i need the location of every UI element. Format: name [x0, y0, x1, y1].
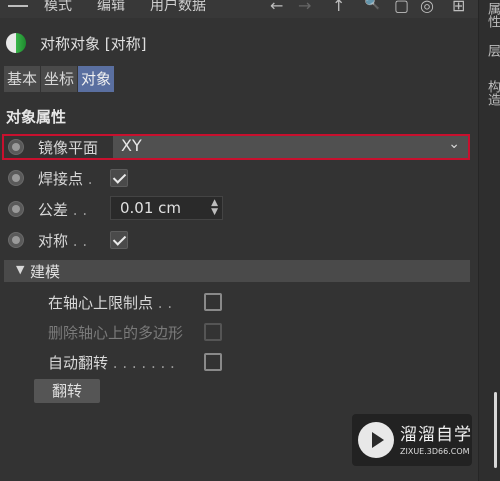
- label-dots: . .: [72, 201, 88, 219]
- animate-radio-icon[interactable]: [8, 232, 24, 248]
- auto-flip-label: 自动翻转: [48, 354, 109, 372]
- symmetry-checkbox[interactable]: [110, 231, 128, 249]
- menu-edit[interactable]: 编辑: [97, 0, 125, 15]
- modeling-group-title: 建模: [30, 263, 61, 281]
- row-weld-points: 焊接点 .: [0, 165, 470, 191]
- menu-mode[interactable]: 模式: [44, 0, 72, 15]
- mirror-plane-select[interactable]: XY ⌄: [113, 136, 468, 158]
- menubar: 模式 编辑 用户数据 ← → ↑ 🔍 ▢ ◎ ⊞: [0, 0, 478, 18]
- side-tab-strip: 属性 层 构造: [478, 0, 500, 481]
- label-dots: . .: [72, 232, 88, 250]
- search-icon[interactable]: 🔍: [364, 0, 380, 11]
- delete-polygons-label: 删除轴心上的多边形: [48, 324, 184, 342]
- mirror-plane-value: XY: [121, 136, 142, 155]
- back-arrow-icon[interactable]: ←: [270, 0, 283, 15]
- attribute-tabs: 基本 坐标 对象: [4, 66, 116, 92]
- limit-points-checkbox[interactable]: [204, 293, 222, 311]
- side-tab-construct[interactable]: 构造: [483, 80, 500, 106]
- auto-flip-checkbox[interactable]: [204, 353, 222, 371]
- weld-points-checkbox[interactable]: [110, 169, 128, 187]
- target-icon[interactable]: ◎: [420, 0, 434, 15]
- tolerance-value: 0.01 cm: [120, 199, 182, 217]
- up-arrow-icon[interactable]: ↑: [332, 0, 345, 15]
- side-tab-layers[interactable]: 层: [483, 44, 500, 57]
- tolerance-label: 公差: [38, 201, 69, 219]
- triangle-down-icon: ▼: [16, 263, 25, 276]
- modeling-group-header[interactable]: ▼ 建模: [4, 260, 470, 282]
- tolerance-input[interactable]: 0.01 cm ▲ ▼: [110, 196, 223, 220]
- section-title: 对象属性: [6, 108, 67, 126]
- label-dots: . .: [157, 294, 173, 312]
- forward-arrow-icon[interactable]: →: [298, 0, 311, 15]
- weld-points-label: 焊接点: [38, 170, 84, 188]
- lock-box-icon[interactable]: ▢: [394, 0, 409, 15]
- object-title: 对称对象 [对称]: [40, 35, 147, 53]
- mirror-plane-label: 镜像平面: [38, 139, 99, 157]
- animate-radio-icon[interactable]: [8, 201, 24, 217]
- play-logo-icon: [358, 422, 394, 458]
- animate-radio-icon[interactable]: [8, 170, 24, 186]
- scrollbar[interactable]: [494, 392, 497, 468]
- tab-object[interactable]: 对象: [78, 66, 116, 92]
- watermark-url: ZIXUE.3D66.COM: [400, 447, 470, 456]
- menu-userdata[interactable]: 用户数据: [150, 0, 206, 15]
- limit-points-label: 在轴心上限制点: [48, 294, 154, 312]
- label-dots: . . . . . . .: [112, 354, 175, 372]
- row-tolerance: 公差 . .: [0, 196, 470, 222]
- watermark: 溜溜自学 ZIXUE.3D66.COM: [352, 414, 472, 466]
- symmetry-label: 对称: [38, 232, 69, 250]
- delete-polygons-checkbox: [204, 323, 222, 341]
- watermark-title: 溜溜自学: [400, 425, 472, 445]
- tab-basic[interactable]: 基本: [4, 66, 42, 92]
- symmetry-object-icon: [6, 33, 26, 53]
- spinner-arrows-icon[interactable]: ▲ ▼: [211, 199, 218, 217]
- tab-coordinates[interactable]: 坐标: [41, 66, 79, 92]
- row-symmetry: 对称 . .: [0, 227, 470, 253]
- flip-button[interactable]: 翻转: [34, 379, 100, 403]
- animate-radio-icon[interactable]: [8, 139, 24, 155]
- new-panel-icon[interactable]: ⊞: [452, 0, 465, 15]
- hamburger-menu-icon[interactable]: [8, 0, 28, 12]
- label-dots: .: [87, 170, 93, 188]
- chevron-down-icon: ⌄: [448, 136, 460, 152]
- side-tab-attributes[interactable]: 属性: [483, 2, 500, 28]
